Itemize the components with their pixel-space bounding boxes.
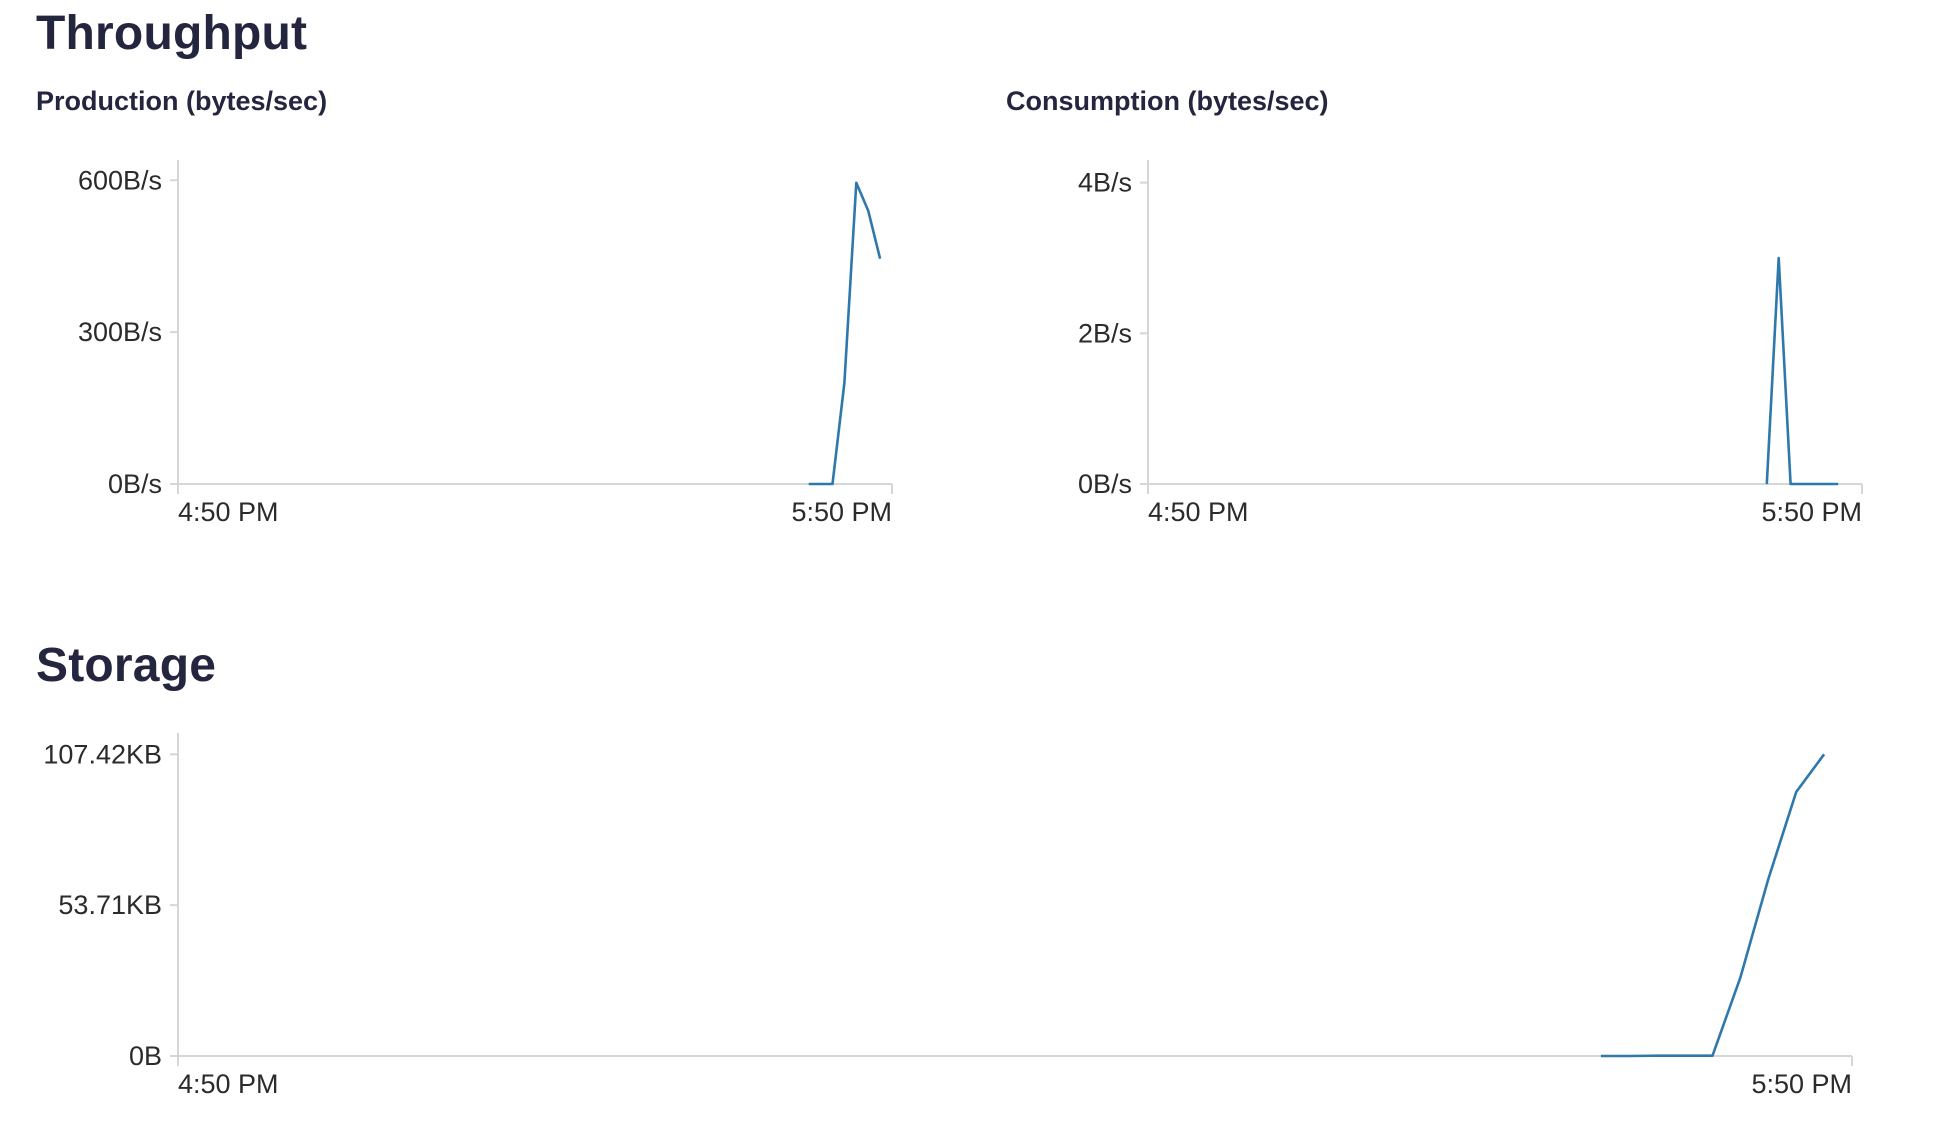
x-tick-label: 4:50 PM: [178, 1069, 279, 1099]
x-tick-label: 5:50 PM: [1751, 1069, 1852, 1099]
y-tick-label: 0B: [129, 1041, 162, 1071]
y-tick-label: 107.42KB: [43, 739, 162, 769]
y-tick-label: 53.71KB: [58, 890, 162, 920]
storage-chart: 0B 53.71KB 107.42KB 4:50 PM 5:50 PM: [43, 733, 1853, 1099]
series-line: [1600, 753, 1826, 1058]
